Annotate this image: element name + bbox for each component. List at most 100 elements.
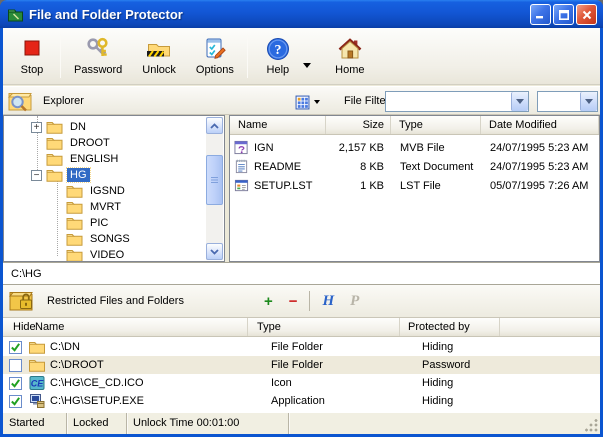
tree-item-songs[interactable]: SONGS [4,231,204,247]
home-icon [337,36,363,62]
column-header-type[interactable]: Type [391,116,481,134]
expand-icon[interactable]: + [31,122,42,133]
item-path: C:\DN [50,341,262,353]
file-filter-value[interactable] [386,92,511,111]
hide-protection-button[interactable]: H [314,293,342,310]
status-started: Started [3,413,67,434]
checkmark-icon [10,378,21,389]
column-header-name[interactable]: Name [33,318,248,336]
file-row-readme[interactable]: README 8 KB Text Document 24/07/1995 5:2… [230,157,599,176]
column-header-protected-by[interactable]: Protected by [400,318,500,336]
file-type: LST File [391,180,481,192]
column-header-hide[interactable]: Hide [3,318,33,336]
unlock-button[interactable]: Unlock [132,31,186,81]
tree-item-pic[interactable]: PIC [4,215,204,231]
folder-icon [46,152,63,166]
restricted-row-droot[interactable]: C:\DROOT File Folder Password [3,356,600,374]
hide-checkbox[interactable] [9,341,22,354]
tree-item-igsnd[interactable]: IGSND [4,183,204,199]
collapse-icon[interactable]: − [31,170,42,181]
stop-button[interactable]: Stop [7,31,57,81]
minimize-button[interactable] [530,4,551,25]
file-filter-label: File Filter [344,95,389,107]
tree-item-label[interactable]: PIC [87,216,111,230]
scrollbar-thumb[interactable] [206,155,223,205]
file-size: 2,157 KB [326,142,391,154]
chevron-down-icon [516,99,524,104]
restricted-row-dn[interactable]: C:\DN File Folder Hiding [3,338,600,356]
add-item-button[interactable]: + [256,293,281,310]
item-type: Application [262,395,414,407]
tree-item-label[interactable]: SONGS [87,232,133,246]
view-grid-icon [295,95,310,110]
restricted-table[interactable]: Hide Name Type Protected by C:\DN File F… [3,318,600,412]
tree-item-label[interactable]: ENGLISH [67,152,121,166]
minimize-icon [536,10,545,19]
folder-icon [66,248,83,262]
remove-item-button[interactable]: − [281,293,306,310]
file-name: SETUP.LST [254,180,326,192]
hide-checkbox[interactable] [9,377,22,390]
title-bar[interactable]: File and Folder Protector [0,0,603,28]
tree-item-video[interactable]: VIDEO [4,247,204,262]
view-style-button[interactable] [295,92,327,112]
tree-item-label[interactable]: IGSND [87,184,128,198]
restricted-row-ce-cd-ico[interactable]: CE C:\HG\CE_CD.ICO Icon Hiding [3,374,600,392]
file-list[interactable]: Name Size Type Date Modified IGN 2,157 K… [229,115,600,262]
file-filter-combobox[interactable] [385,91,529,112]
extension-filter-value[interactable] [538,92,580,111]
column-header-size[interactable]: Size [326,116,391,134]
password-keys-icon [85,36,111,62]
column-header-type[interactable]: Type [248,318,400,336]
column-header-date[interactable]: Date Modified [481,116,599,134]
hide-checkbox[interactable] [9,359,22,372]
scroll-down-button[interactable] [206,243,223,260]
file-date: 24/07/1995 5:23 AM [481,142,599,154]
status-locked: Locked [67,413,127,434]
file-row-setup-lst[interactable]: SETUP.LST 1 KB LST File 05/07/1995 7:26 … [230,176,599,195]
item-type: File Folder [262,341,414,353]
toolbar-separator [247,34,248,78]
column-header-name[interactable]: Name [230,116,326,134]
maximize-button[interactable] [553,4,574,25]
stop-icon [19,36,45,62]
close-button[interactable] [576,4,597,25]
tree-item-mvrt[interactable]: MVRT [4,199,204,215]
tree-scrollbar[interactable] [206,117,223,260]
folder-icon [66,216,83,230]
help-button[interactable]: ? Help [253,31,303,81]
resize-grip[interactable] [585,419,598,432]
extension-filter-dropdown-button[interactable] [580,92,597,111]
file-type: Text Document [391,161,481,173]
tree-item-label[interactable]: DROOT [67,136,113,150]
tree-item-label[interactable]: HG [67,168,90,182]
tree-item-label[interactable]: MVRT [87,200,124,214]
item-protected-by: Hiding [414,377,453,389]
home-button[interactable]: Home [325,31,375,81]
tree-item-english[interactable]: ENGLISH [4,151,204,167]
password-label: Password [74,64,122,76]
scroll-up-button[interactable] [206,117,223,134]
unlock-icon [146,36,172,62]
help-dropdown-icon[interactable] [303,63,311,68]
file-date: 05/07/1995 7:26 AM [481,180,599,192]
hide-checkbox[interactable] [9,395,22,408]
app-window: File and Folder Protector Stop Password … [0,0,603,437]
password-button[interactable]: Password [64,31,132,81]
folder-icon [66,200,83,214]
folder-icon [46,120,63,134]
tree-item-hg[interactable]: − HG [4,167,204,183]
restricted-title: Restricted Files and Folders [47,295,184,307]
restricted-row-setup-exe[interactable]: C:\HG\SETUP.EXE Application Hiding [3,392,600,410]
file-row-ign[interactable]: IGN 2,157 KB MVB File 24/07/1995 5:23 AM [230,138,599,157]
tree-item-droot[interactable]: DROOT [4,135,204,151]
password-protection-button[interactable]: P [342,293,367,310]
tree-item-dn[interactable]: + DN [4,119,204,135]
tree-item-label[interactable]: DN [67,120,89,134]
folder-tree[interactable]: + DN DROOT ENGLISH − HG [3,115,225,262]
file-filter-dropdown-button[interactable] [511,92,528,111]
extension-filter-combobox[interactable] [537,91,598,112]
options-button[interactable]: Options [186,31,244,81]
help-icon: ? [265,36,291,62]
tree-item-label[interactable]: VIDEO [87,248,127,262]
